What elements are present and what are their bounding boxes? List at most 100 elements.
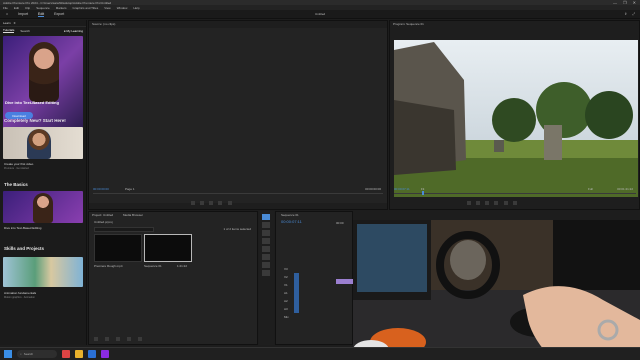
- card2-thumbnail[interactable]: [3, 191, 83, 223]
- program-timecode-left[interactable]: 00:00:07:11: [394, 187, 410, 191]
- menu-file[interactable]: File: [3, 6, 8, 10]
- menu-sequence[interactable]: Sequence: [36, 6, 50, 10]
- source-timecode-right: 00:00:00:00: [365, 187, 381, 191]
- track-v1[interactable]: V1: [284, 283, 288, 287]
- project-path: Untitled.prproj: [94, 220, 113, 224]
- card3-title: Animation fundamentals: [4, 291, 37, 295]
- section-skills: Skills and Projects: [4, 246, 45, 251]
- share-icon[interactable]: ⇪: [624, 12, 627, 16]
- browser-icon[interactable]: [62, 350, 70, 358]
- prog-step-forward-icon[interactable]: [494, 201, 499, 205]
- play-icon[interactable]: [209, 201, 214, 205]
- learn-panel: Learn ≡ Tutorials Search ● My Learning Di…: [0, 20, 87, 345]
- source-page-select[interactable]: Page 1: [125, 187, 135, 191]
- track-v3[interactable]: V3: [284, 267, 288, 271]
- track-a3[interactable]: A3: [284, 307, 288, 311]
- track-a2[interactable]: A2: [284, 299, 288, 303]
- new-bin-icon[interactable]: [116, 337, 120, 341]
- track-select-tool-icon[interactable]: [262, 222, 270, 228]
- prog-step-back-icon[interactable]: [476, 201, 481, 205]
- step-forward-icon[interactable]: [218, 201, 223, 205]
- premiere-icon[interactable]: [101, 350, 109, 358]
- my-learning-label: My Learning: [66, 28, 83, 33]
- menu-view[interactable]: View: [104, 6, 110, 10]
- program-timecode-right: 00:01:21:22: [617, 187, 633, 191]
- hand-tool-icon[interactable]: [262, 262, 270, 268]
- insert-icon[interactable]: [227, 201, 232, 205]
- timeline-clip[interactable]: [336, 279, 354, 284]
- icon-view-icon[interactable]: [105, 337, 109, 341]
- edge-icon[interactable]: [88, 350, 96, 358]
- presenter-image: [29, 42, 59, 102]
- clip-duration-2: 1:21:22: [177, 264, 188, 268]
- program-monitor: Program: Sequence 01 00:00:07:11 Fit Ful…: [389, 20, 640, 210]
- source-tab[interactable]: Source: (no clips): [92, 22, 115, 26]
- workspace-export-tab[interactable]: Export: [54, 12, 64, 16]
- source-monitor: Source: (no clips) 00:00:00:00 Page 1 00…: [88, 20, 388, 210]
- prog-export-frame-icon[interactable]: [512, 201, 517, 205]
- prog-mark-in-icon[interactable]: [467, 201, 471, 205]
- media-browser-tab[interactable]: Media Browser: [123, 213, 143, 217]
- card1-person-image: [27, 129, 51, 159]
- slip-tool-icon[interactable]: [262, 246, 270, 252]
- panel-menu-icon[interactable]: ≡: [14, 21, 16, 25]
- timeline-tab[interactable]: Sequence 01: [281, 213, 299, 217]
- selection-tool-icon[interactable]: [262, 214, 270, 220]
- taskbar-search[interactable]: ⌕ Search: [17, 350, 57, 358]
- track-a1[interactable]: A1: [284, 291, 288, 295]
- type-tool-icon[interactable]: [262, 270, 270, 276]
- pen-tool-icon[interactable]: [262, 254, 270, 260]
- project-search-input[interactable]: [94, 227, 154, 232]
- menu-window[interactable]: Window: [117, 6, 128, 10]
- my-learning-link[interactable]: ● My Learning: [64, 29, 83, 33]
- workspace-bar: ⌂ Import Edit Export Untitled ⇪ ⤢: [0, 10, 640, 19]
- program-playhead[interactable]: [422, 191, 424, 195]
- window-title: Adobe Premiere Pro 2024 - C:\Users\sarah…: [3, 0, 112, 5]
- menu-edit[interactable]: Edit: [14, 6, 19, 10]
- timeline-panel: Sequence 01 00:00:07:11 00:00 V3 V2 V1 A…: [275, 211, 354, 345]
- fullscreen-icon[interactable]: ⤢: [632, 12, 635, 16]
- card1-thumbnail[interactable]: [3, 127, 83, 159]
- track-mix[interactable]: Mix: [284, 315, 289, 319]
- project-panel: Project: Untitled Media Browser Untitled…: [88, 211, 258, 345]
- windows-start-icon[interactable]: [4, 350, 12, 358]
- hero-thumbnail[interactable]: Dive into Text-Based Editing Download: [3, 36, 83, 130]
- tab-search[interactable]: Search: [20, 29, 30, 33]
- new-item-icon[interactable]: [127, 337, 131, 341]
- program-tab[interactable]: Program: Sequence 01: [393, 22, 424, 26]
- program-quality-select[interactable]: Full: [588, 187, 593, 191]
- mark-in-icon[interactable]: [191, 201, 195, 205]
- menu-graphics[interactable]: Graphics and Titles: [73, 6, 99, 10]
- tools-panel: [259, 211, 274, 345]
- prog-lift-icon[interactable]: [503, 201, 508, 205]
- source-timecode-left[interactable]: 00:00:00:00: [93, 187, 109, 191]
- clip-thumbnail-2[interactable]: [144, 234, 192, 262]
- program-transport: [465, 201, 519, 206]
- clip-thumbnail-1[interactable]: [94, 234, 142, 262]
- trash-icon[interactable]: [138, 337, 142, 341]
- razor-tool-icon[interactable]: [262, 238, 270, 244]
- timeline-timecode[interactable]: 00:00:07:11: [281, 219, 302, 224]
- source-scrubber[interactable]: [93, 193, 383, 194]
- source-viewer[interactable]: [89, 28, 387, 203]
- card3-thumbnail[interactable]: [3, 257, 83, 287]
- tab-tutorials[interactable]: Tutorials: [3, 28, 15, 33]
- program-scrubber[interactable]: [394, 193, 636, 194]
- menu-help[interactable]: Help: [133, 6, 139, 10]
- list-view-icon[interactable]: [94, 337, 98, 341]
- workspace-edit-tab[interactable]: Edit: [38, 12, 45, 17]
- project-tab[interactable]: Project: Untitled: [92, 213, 113, 217]
- workspace-import-tab[interactable]: Import: [18, 12, 28, 16]
- home-icon[interactable]: ⌂: [6, 12, 8, 16]
- prog-play-icon[interactable]: [485, 201, 490, 205]
- program-video-frame[interactable]: [394, 40, 638, 197]
- explorer-icon[interactable]: [75, 350, 83, 358]
- taskbar-search-label: Search: [23, 352, 34, 356]
- menu-markers[interactable]: Markers: [56, 6, 67, 10]
- track-targets[interactable]: [294, 273, 299, 313]
- menu-clip[interactable]: Clip: [25, 6, 30, 10]
- ripple-tool-icon[interactable]: [262, 230, 270, 236]
- step-back-icon[interactable]: [200, 201, 205, 205]
- track-v2[interactable]: V2: [284, 275, 288, 279]
- learn-header: Learn ≡: [0, 20, 86, 27]
